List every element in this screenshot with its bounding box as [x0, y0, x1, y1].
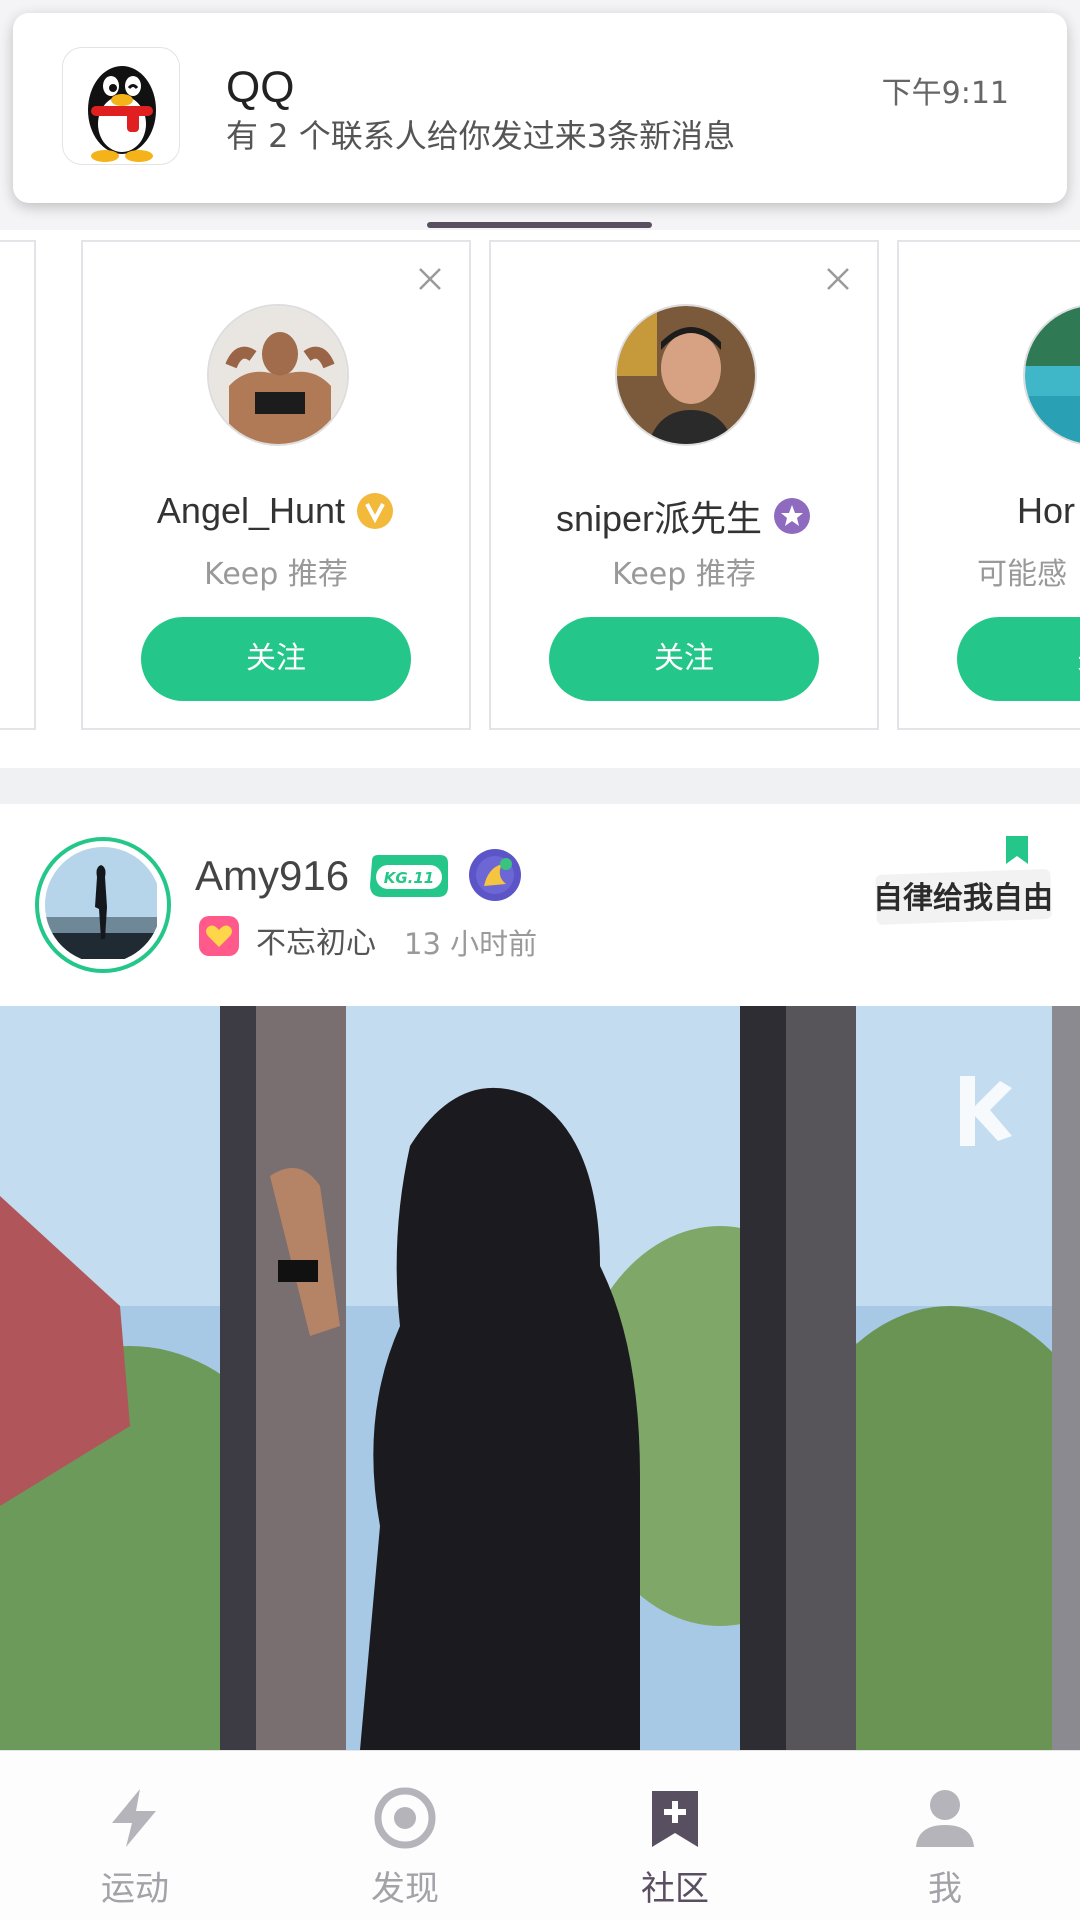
follow-button[interactable]: 关注 — [141, 617, 411, 701]
user-name: sniper派先生 — [555, 498, 763, 539]
recommend-reason: Keep 推荐 — [612, 557, 756, 592]
recommend-card[interactable]: Hor 可能感 关 — [897, 240, 1080, 730]
recommend-card[interactable]: Angel_Hunt Keep 推荐 关注 — [81, 240, 471, 730]
recommend-reason: 可能感 — [977, 557, 1067, 592]
kg-badge-text: KG.11 — [384, 869, 435, 887]
follow-button[interactable]: 关 — [957, 617, 1080, 701]
nav-item-discover[interactable]: 发现 — [270, 1751, 540, 1920]
profile-icon — [916, 1790, 974, 1847]
notification-message: 有 2 个联系人给你发过来3条新消息 — [226, 117, 736, 155]
nav-item-me[interactable]: 我 — [810, 1751, 1080, 1920]
notification-app-name: QQ — [226, 63, 295, 112]
kg-level-badge-icon: KG.11 — [370, 855, 448, 897]
notification-time: 下午9:11 — [881, 76, 1009, 111]
tab-indicator — [427, 222, 652, 228]
recommend-reason: Keep 推荐 — [204, 557, 348, 592]
star-badge-icon — [774, 498, 811, 534]
heart-icon — [199, 916, 239, 956]
avatar[interactable] — [615, 304, 757, 446]
qq-notification[interactable]: QQ 有 2 个联系人给你发过来3条新消息 下午9:11 — [13, 13, 1067, 203]
close-icon[interactable] — [821, 262, 855, 296]
user-name-row: Angel_Hunt — [83, 490, 469, 532]
nav-label: 发现 — [371, 1869, 439, 1909]
avatar[interactable] — [1023, 304, 1080, 446]
user-name-row: sniper派先生 — [491, 490, 877, 542]
nav-item-sport[interactable]: 运动 — [0, 1751, 270, 1920]
recommend-card[interactable] — [0, 240, 36, 730]
nav-label: 运动 — [101, 1869, 169, 1909]
user-name: Angel_Hunt — [156, 490, 346, 531]
close-icon[interactable] — [413, 262, 447, 296]
lightning-icon — [112, 1789, 156, 1847]
post-tag-sticker[interactable]: 自律给我自由 — [866, 836, 1056, 936]
bottom-navigation: 运动 发现 社区 我 — [0, 1750, 1080, 1920]
verified-v-badge-icon — [357, 493, 394, 529]
section-divider — [0, 768, 1080, 804]
nav-label: 社区 — [641, 1869, 709, 1909]
avatar[interactable] — [207, 304, 349, 446]
post-author-name[interactable]: Amy916 — [195, 852, 349, 900]
post-photo[interactable] — [0, 1006, 1080, 1750]
discover-icon — [374, 1787, 436, 1849]
avatar[interactable] — [35, 837, 171, 973]
community-icon — [652, 1791, 698, 1847]
post-timestamp: 13 小时前 — [404, 927, 538, 961]
user-name-row: Hor — [899, 490, 1080, 532]
post-subtitle: 不忘初心 — [256, 926, 376, 961]
nav-label: 我 — [928, 1869, 962, 1909]
nav-item-community[interactable]: 社区 — [540, 1751, 810, 1920]
post-header[interactable]: Amy916 KG.11 不忘初心 13 小时前 自律给我自由 — [0, 804, 1080, 1004]
tag-text: 自律给我自由 — [873, 881, 1053, 916]
recommended-users[interactable]: Angel_Hunt Keep 推荐 关注 sniper派先生 Keep 推荐 … — [0, 240, 1080, 730]
follow-button[interactable]: 关注 — [549, 617, 819, 701]
achievement-badge-icon — [469, 849, 521, 901]
user-name: Hor — [1017, 490, 1076, 531]
recommend-card[interactable]: sniper派先生 Keep 推荐 关注 — [489, 240, 879, 730]
qq-penguin-icon — [62, 47, 180, 165]
